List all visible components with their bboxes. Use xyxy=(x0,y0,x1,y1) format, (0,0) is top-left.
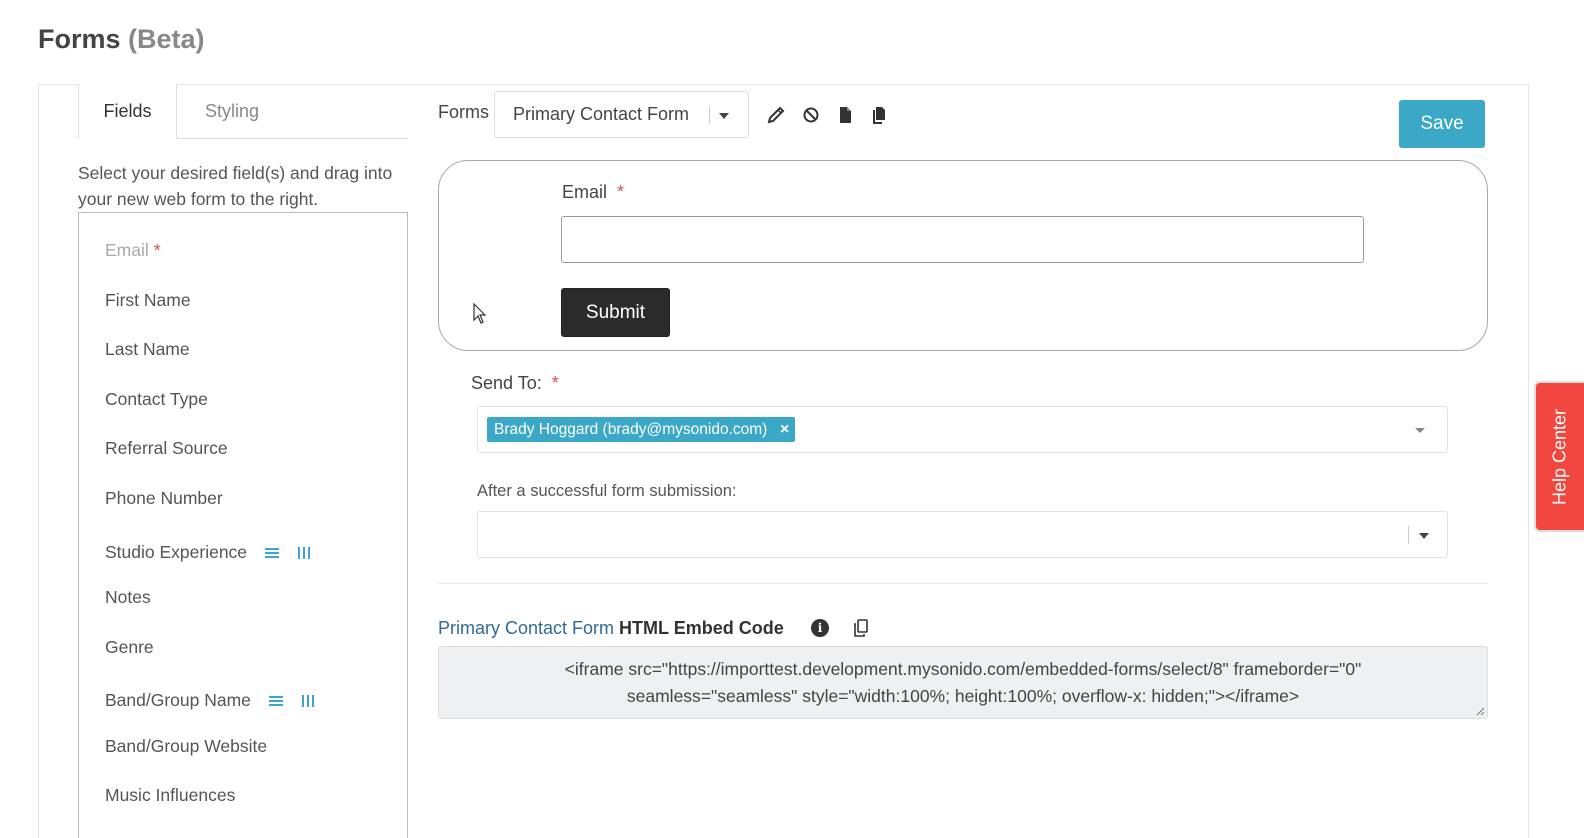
field-item-label: Phone Number xyxy=(105,488,223,508)
field-item-contact-type[interactable]: Contact Type xyxy=(105,389,208,410)
remove-recipient-icon[interactable]: × xyxy=(780,417,789,442)
page-title-beta: (Beta) xyxy=(128,24,205,54)
ban-icon[interactable] xyxy=(801,104,821,126)
help-center-label: Help Center xyxy=(1549,408,1570,505)
copy-embed-icon[interactable] xyxy=(851,618,871,638)
embed-code-title: Primary Contact Form HTML Embed Code xyxy=(438,618,784,639)
form-select[interactable]: Primary Contact Form xyxy=(494,91,749,138)
field-item-label: First Name xyxy=(105,290,191,310)
send-to-label-text: Send To: xyxy=(471,373,542,393)
embed-form-link[interactable]: Primary Contact Form xyxy=(438,618,614,639)
field-item-label: Band/Group Website xyxy=(105,736,268,756)
field-item-label: Referral Source xyxy=(105,438,228,458)
tab-fields[interactable]: Fields xyxy=(78,84,177,139)
select-separator xyxy=(1408,526,1409,544)
save-button[interactable]: Save xyxy=(1399,100,1485,148)
caret-down-icon xyxy=(1415,428,1425,433)
embed-code-line: <iframe src="https://importtest.developm… xyxy=(564,659,1362,679)
fields-instructions: Select your desired field(s) and drag in… xyxy=(78,163,393,209)
field-item-label: Genre xyxy=(105,637,154,657)
field-item-label: Notes xyxy=(105,587,151,607)
field-list[interactable]: Email * First Name Last Name Contact Typ… xyxy=(78,212,408,838)
list-rows-icon[interactable] xyxy=(268,694,283,708)
field-item-label: Music Influences xyxy=(105,785,236,805)
form-select-value: Primary Contact Form xyxy=(513,104,690,124)
field-item-band-group-name[interactable]: Band/Group Name xyxy=(105,690,315,711)
field-item-studio-experience[interactable]: Studio Experience xyxy=(105,542,311,563)
embed-code-textarea[interactable]: <iframe src="https://importtest.developm… xyxy=(438,646,1488,719)
preview-email-label-text: Email xyxy=(562,182,608,202)
tab-styling[interactable]: Styling xyxy=(177,84,287,139)
copy-icon[interactable] xyxy=(869,104,889,126)
field-item-label: Email xyxy=(105,240,149,260)
after-submission-select[interactable] xyxy=(477,511,1448,558)
after-submission-label: After a successful form submission: xyxy=(477,482,737,500)
field-item-music-influences[interactable]: Music Influences xyxy=(105,785,235,806)
required-marker: * xyxy=(153,240,161,260)
embed-code-line: seamless="seamless" style="width:100%; h… xyxy=(626,686,1300,706)
section-divider xyxy=(438,583,1488,584)
forms-label: Forms xyxy=(438,102,489,122)
mouse-cursor-icon xyxy=(473,303,487,324)
field-item-first-name[interactable]: First Name xyxy=(105,290,191,311)
recipient-tag-label: Brady Hoggard (brady@mysonido.com) xyxy=(494,421,768,438)
columns-icon[interactable] xyxy=(301,694,315,708)
send-to-label: Send To: * xyxy=(471,373,559,394)
field-item-label: Studio Experience xyxy=(105,542,248,562)
preview-submit-button[interactable]: Submit xyxy=(561,288,670,337)
recipient-tag: Brady Hoggard (brady@mysonido.com) × xyxy=(487,417,796,442)
tab-bar: Fields Styling xyxy=(78,84,408,139)
field-item-label: Band/Group Name xyxy=(105,690,251,710)
page-title-text: Forms xyxy=(38,24,121,54)
field-item-genre[interactable]: Genre xyxy=(105,637,154,658)
required-marker: * xyxy=(551,373,559,393)
send-to-select[interactable]: Brady Hoggard (brady@mysonido.com) × xyxy=(477,406,1448,453)
resize-grip-icon[interactable] xyxy=(1475,706,1485,716)
required-marker: * xyxy=(617,182,625,202)
list-rows-icon[interactable] xyxy=(265,546,280,560)
info-icon[interactable]: i xyxy=(811,619,829,637)
field-item-last-name[interactable]: Last Name xyxy=(105,339,190,360)
field-item-referral-source[interactable]: Referral Source xyxy=(105,438,228,459)
field-item-email: Email * xyxy=(105,240,161,261)
field-item-band-group-website[interactable]: Band/Group Website xyxy=(105,736,267,757)
embed-code-heading: HTML Embed Code xyxy=(619,618,784,638)
caret-down-icon xyxy=(1419,533,1429,539)
pencil-icon[interactable] xyxy=(766,104,786,126)
field-item-label: Contact Type xyxy=(105,389,208,409)
field-item-notes[interactable]: Notes xyxy=(105,587,151,608)
field-item-phone-number[interactable]: Phone Number xyxy=(105,488,223,509)
select-separator xyxy=(709,106,710,124)
file-icon[interactable] xyxy=(835,104,855,126)
page-title: Forms (Beta) xyxy=(38,24,205,55)
columns-icon[interactable] xyxy=(297,546,311,560)
field-item-label: Last Name xyxy=(105,339,190,359)
caret-down-icon xyxy=(719,113,729,119)
help-center-tab[interactable]: Help Center xyxy=(1534,381,1584,532)
preview-email-input[interactable] xyxy=(561,216,1364,263)
preview-email-label: Email * xyxy=(562,182,624,203)
